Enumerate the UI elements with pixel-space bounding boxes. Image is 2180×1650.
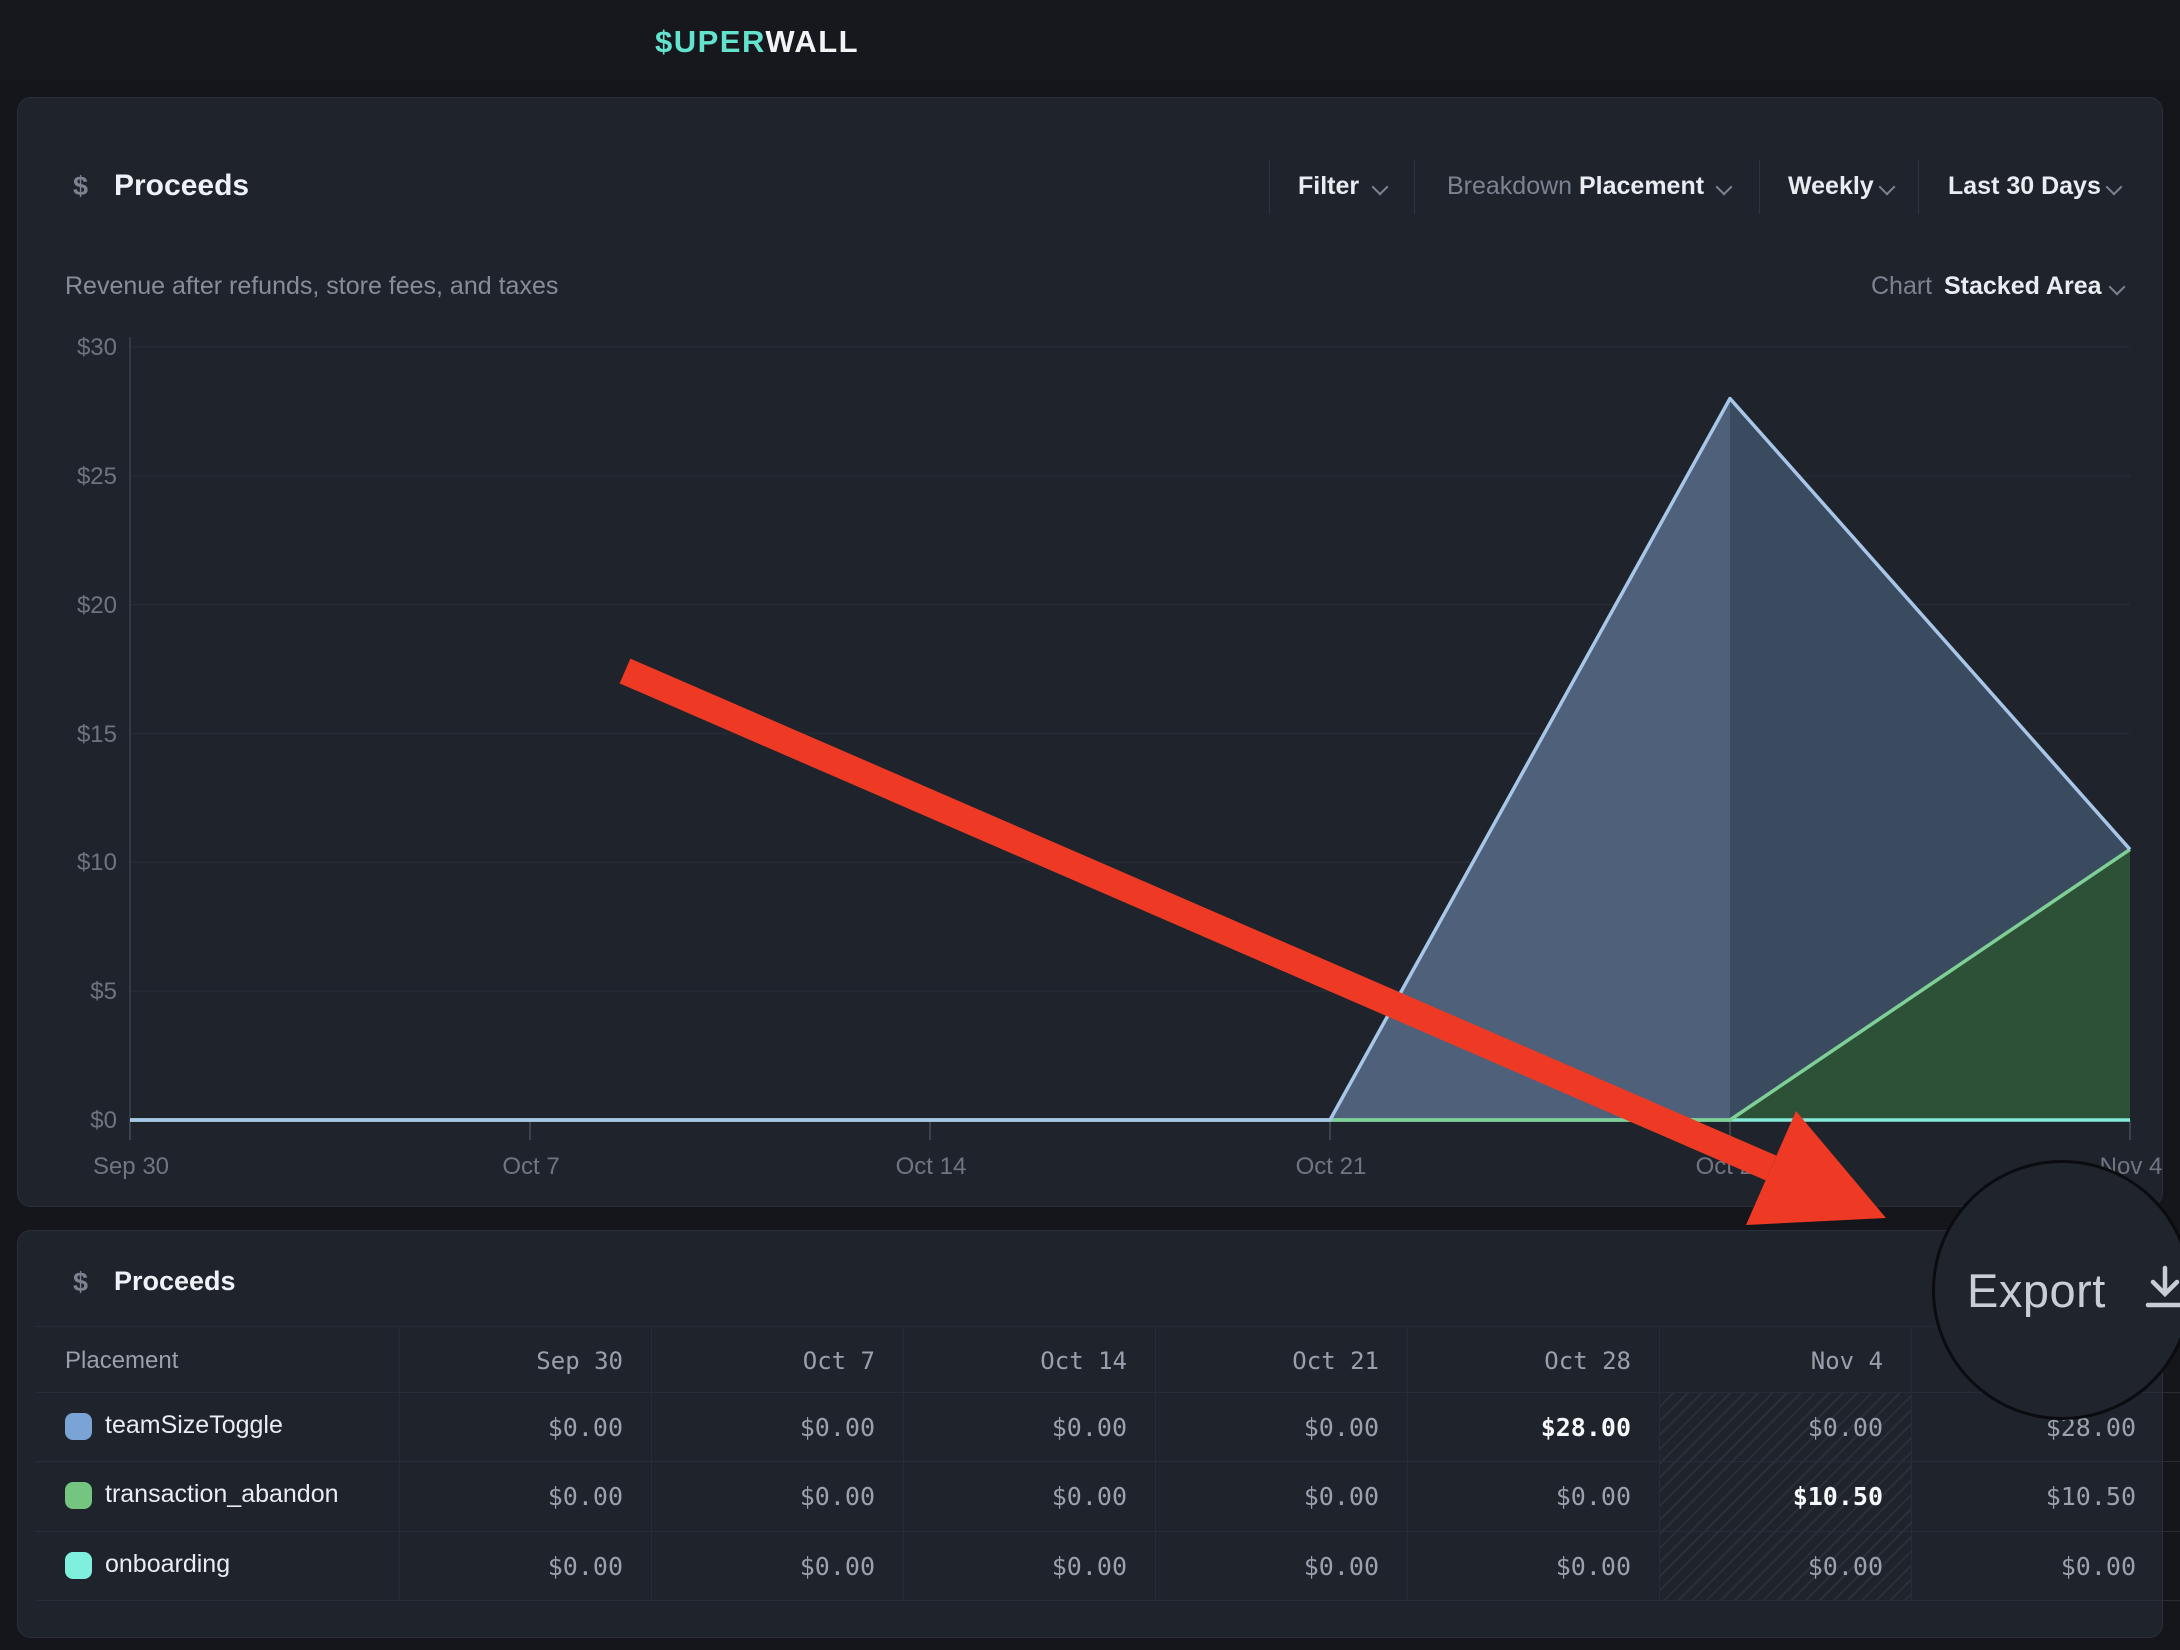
- chart-type-label: Chart: [1871, 272, 1932, 301]
- placement-row-label: onboarding: [105, 1550, 395, 1579]
- chart-subtitle: Revenue after refunds, store fees, and t…: [65, 272, 558, 301]
- y-axis-tick-label: $15: [21, 721, 117, 749]
- table-grid-line: [35, 1392, 2180, 1393]
- export-button[interactable]: Export: [1967, 1263, 2106, 1318]
- column-header-date: Nov 4: [1659, 1347, 1883, 1375]
- table-cell-value: $0.00: [1659, 1552, 1883, 1581]
- filter-button[interactable]: Filter: [1298, 172, 1359, 201]
- series-swatch: [65, 1413, 92, 1440]
- controls-divider: [1759, 160, 1760, 214]
- table-grid-line: [35, 1600, 2180, 1601]
- download-icon[interactable]: [2143, 1265, 2180, 1313]
- column-header-date: Sep 30: [399, 1347, 623, 1375]
- y-axis-tick-label: $30: [21, 334, 117, 362]
- y-axis-tick-label: $5: [21, 978, 117, 1006]
- top-nav-bar: $UPERWALL: [0, 0, 2180, 80]
- column-header-date: Oct 21: [1155, 1347, 1379, 1375]
- table-cell-value: $10.50: [1659, 1482, 1883, 1511]
- chevron-down-icon[interactable]: [1879, 179, 1896, 196]
- table-cell-value: $0.00: [1659, 1413, 1883, 1442]
- logo-primary: $UPER: [655, 24, 765, 59]
- dollar-icon: $: [73, 171, 88, 202]
- table-cell-value: $0.00: [1155, 1413, 1379, 1442]
- table-cell-value: $0.00: [1407, 1482, 1631, 1511]
- x-axis-tick-label: Oct 28: [1646, 1153, 1816, 1181]
- chevron-down-icon[interactable]: [1716, 179, 1733, 196]
- table-cell-value: $0.00: [1407, 1552, 1631, 1581]
- controls-divider: [1414, 160, 1415, 214]
- series-swatch: [65, 1552, 92, 1579]
- x-axis-tick-label: Oct 14: [846, 1153, 1016, 1181]
- table-grid-line: [35, 1531, 2180, 1532]
- table-card-title: Proceeds: [114, 1266, 236, 1297]
- y-axis-tick-label: $10: [21, 849, 117, 877]
- table-cell-value: $0.00: [1155, 1482, 1379, 1511]
- interval-select[interactable]: Weekly: [1788, 172, 1874, 201]
- controls-divider: [1269, 160, 1270, 214]
- table-cell-total: $0.00: [1911, 1552, 2136, 1581]
- table-cell-value: $0.00: [399, 1413, 623, 1442]
- column-header-date: Oct 7: [651, 1347, 875, 1375]
- table-grid-line: [35, 1326, 2180, 1327]
- table-cell-value: $0.00: [1155, 1552, 1379, 1581]
- x-axis-tick-label: Sep 30: [46, 1153, 216, 1181]
- controls-divider: [1918, 160, 1919, 214]
- table-cell-value: $0.00: [651, 1552, 875, 1581]
- column-header-date: Oct 14: [903, 1347, 1127, 1375]
- date-range-select[interactable]: Last 30 Days: [1948, 172, 2101, 201]
- placement-row-label: transaction_abandon: [105, 1480, 395, 1509]
- table-grid-line: [35, 1461, 2180, 1462]
- table-cell-value: $0.00: [903, 1482, 1127, 1511]
- table-cell-value: $0.00: [651, 1413, 875, 1442]
- series-swatch: [65, 1482, 92, 1509]
- table-cell-value: $0.00: [399, 1482, 623, 1511]
- logo-secondary: WALL: [765, 24, 859, 59]
- superwall-logo: $UPERWALL: [655, 24, 859, 60]
- placement-row-label: teamSizeToggle: [105, 1411, 395, 1440]
- y-axis-tick-label: $20: [21, 592, 117, 620]
- table-cell-value: $28.00: [1407, 1413, 1631, 1442]
- column-header-date: Oct 28: [1407, 1347, 1631, 1375]
- table-cell-value: $0.00: [399, 1552, 623, 1581]
- y-axis-tick-label: $0: [21, 1107, 117, 1135]
- chart-card-title: Proceeds: [114, 169, 249, 203]
- proceeds-table-card: $ Proceeds Placement Sep 30 Oct 7 Oct 14 Oct…: [17, 1230, 2163, 1638]
- column-header-placement: Placement: [65, 1347, 365, 1375]
- table-cell-value: $0.00: [903, 1413, 1127, 1442]
- chart-type-select[interactable]: Stacked Area: [1944, 272, 2102, 301]
- breakdown-select[interactable]: Placement: [1579, 172, 1704, 201]
- x-axis-tick-label: Oct 21: [1246, 1153, 1416, 1181]
- chevron-down-icon[interactable]: [2106, 179, 2123, 196]
- table-cell-value: $0.00: [903, 1552, 1127, 1581]
- breakdown-label: Breakdown: [1447, 172, 1572, 201]
- table-cell-value: $0.00: [651, 1482, 875, 1511]
- x-axis-tick-label: Oct 7: [446, 1153, 616, 1181]
- y-axis-tick-label: $25: [21, 463, 117, 491]
- chevron-down-icon[interactable]: [2109, 279, 2126, 296]
- proceeds-chart-card: $ Proceeds Filter Breakdown Placement We…: [17, 97, 2163, 1207]
- table-cell-total: $10.50: [1911, 1482, 2136, 1511]
- export-highlight-circle: Export: [1932, 1160, 2180, 1420]
- table-cell-total: $28.00: [1911, 1413, 2136, 1442]
- chevron-down-icon[interactable]: [1372, 179, 1389, 196]
- dollar-icon: $: [73, 1267, 88, 1298]
